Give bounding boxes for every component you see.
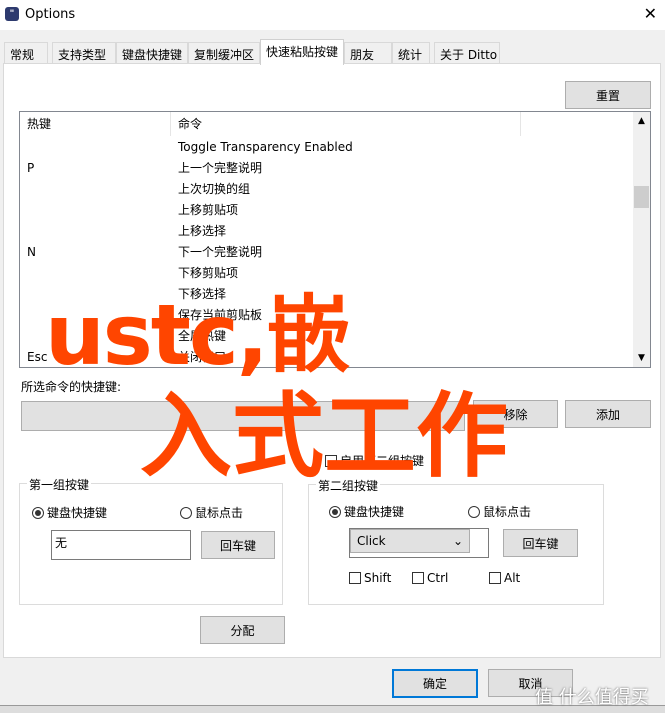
tab-keyboard-shortcuts[interactable]: 键盘快捷键 xyxy=(116,42,188,64)
group2-radio-mouse[interactable]: 鼠标点击 xyxy=(468,503,531,520)
add-button[interactable]: 添加 xyxy=(565,400,651,428)
group1-hotkey-input[interactable]: 无 xyxy=(51,530,191,560)
chevron-down-icon: ⌄ xyxy=(452,534,463,548)
app-icon: " xyxy=(5,7,19,21)
list-item[interactable]: 保存当前剪贴板 xyxy=(20,305,632,326)
reset-button[interactable]: 重置 xyxy=(565,81,651,109)
close-icon[interactable]: ✕ xyxy=(644,4,657,23)
hotkey-cell: N xyxy=(27,245,36,259)
list-item[interactable]: 全屏热键 xyxy=(20,326,632,347)
hotkey-cell: P xyxy=(27,161,35,175)
list-item[interactable]: P 上一个完整说明 xyxy=(20,158,632,179)
group1-radio-keyboard[interactable]: 键盘快捷键 xyxy=(32,504,107,521)
vertical-scrollbar[interactable]: ▲ ▼ xyxy=(633,112,650,367)
tab-friends[interactable]: 朋友 xyxy=(344,42,392,64)
tab-quick-paste[interactable]: 快速粘贴按键 xyxy=(260,39,344,65)
enable-second-label: 启用第二组按键 xyxy=(340,454,425,468)
group1-title: 第一组按键 xyxy=(27,476,92,493)
title-bar: " Options ✕ xyxy=(0,0,665,30)
command-cell: 上移选择 xyxy=(178,224,227,238)
group2-title: 第二组按键 xyxy=(316,477,381,494)
remove-button[interactable]: 移除 xyxy=(473,400,558,428)
hotkey-cell: Esc xyxy=(27,350,48,364)
group2-radio-keyboard[interactable]: 键盘快捷键 xyxy=(329,503,404,520)
tab-supported-types[interactable]: 支持类型 xyxy=(52,42,116,64)
command-cell: 上一个完整说明 xyxy=(178,161,263,175)
group2-enter-button[interactable]: 回车键 xyxy=(503,529,578,557)
group1-box: 第一组按键 键盘快捷键 鼠标点击 无 回车键 xyxy=(19,476,283,605)
command-cell: 全屏热键 xyxy=(178,329,227,343)
enable-second-group-checkbox[interactable]: 启用第二组按键 xyxy=(325,452,424,469)
command-cell: 保存当前剪贴板 xyxy=(178,308,263,322)
list-item[interactable]: 上移剪贴项 xyxy=(20,200,632,221)
assign-button[interactable]: 分配 xyxy=(200,616,285,644)
ctrl-checkbox[interactable]: Ctrl xyxy=(412,571,448,585)
column-header-hotkey[interactable]: 热键 xyxy=(20,112,171,136)
shift-checkbox[interactable]: Shift xyxy=(349,571,391,585)
shortcut-dropdown[interactable]: ⌄ xyxy=(21,401,465,431)
command-cell: 上移剪贴项 xyxy=(178,203,239,217)
tab-about[interactable]: 关于 Ditto xyxy=(434,42,500,64)
command-cell: 上次切换的组 xyxy=(178,182,251,196)
group2-mouse-select[interactable]: Click ⌄ xyxy=(350,529,470,553)
command-cell: 下一个完整说明 xyxy=(178,245,263,259)
command-cell: 关闭窗口 xyxy=(178,350,227,364)
command-cell: Toggle Transparency Enabled xyxy=(178,140,353,154)
tab-general[interactable]: 常规 xyxy=(4,42,48,64)
scroll-down-icon[interactable]: ▼ xyxy=(633,353,650,363)
selected-shortcut-label: 所选命令的快捷键: xyxy=(21,380,122,394)
window-title: Options xyxy=(25,7,76,22)
tab-stats[interactable]: 统计 xyxy=(392,42,430,64)
scrollbar-thumb[interactable] xyxy=(634,186,649,208)
group2-input: Click ⌄ xyxy=(349,528,489,558)
chevron-down-icon: ⌄ xyxy=(447,409,458,423)
list-item[interactable]: 下移选择 xyxy=(20,284,632,305)
list-item[interactable]: N 下一个完整说明 xyxy=(20,242,632,263)
group1-radio-mouse[interactable]: 鼠标点击 xyxy=(180,504,243,521)
cancel-button[interactable]: 取消 xyxy=(488,669,573,697)
column-header-command[interactable]: 命令 xyxy=(171,112,521,136)
list-item[interactable]: Esc 关闭窗口 xyxy=(20,347,632,367)
list-item[interactable]: 下移剪贴项 xyxy=(20,263,632,284)
list-item[interactable]: Toggle Transparency Enabled xyxy=(20,137,632,158)
group1-enter-button[interactable]: 回车键 xyxy=(201,531,275,559)
command-cell: 下移剪贴项 xyxy=(178,266,239,280)
background-strip xyxy=(0,705,665,713)
command-cell: 下移选择 xyxy=(178,287,227,301)
scroll-up-icon[interactable]: ▲ xyxy=(633,116,650,126)
alt-checkbox[interactable]: Alt xyxy=(489,571,520,585)
list-item[interactable]: 上移选择 xyxy=(20,221,632,242)
tab-copy-buffers[interactable]: 复制缓冲区 xyxy=(188,42,260,64)
list-item[interactable]: 上次切换的组 xyxy=(20,179,632,200)
ok-button[interactable]: 确定 xyxy=(392,669,478,698)
hotkey-list[interactable]: 热键 命令 Toggle Transparency Enabled P 上一个完整说… xyxy=(19,111,651,368)
group2-box: 第二组按键 键盘快捷键 鼠标点击 Click ⌄ 回车键 Shift Ctrl A… xyxy=(308,477,604,605)
